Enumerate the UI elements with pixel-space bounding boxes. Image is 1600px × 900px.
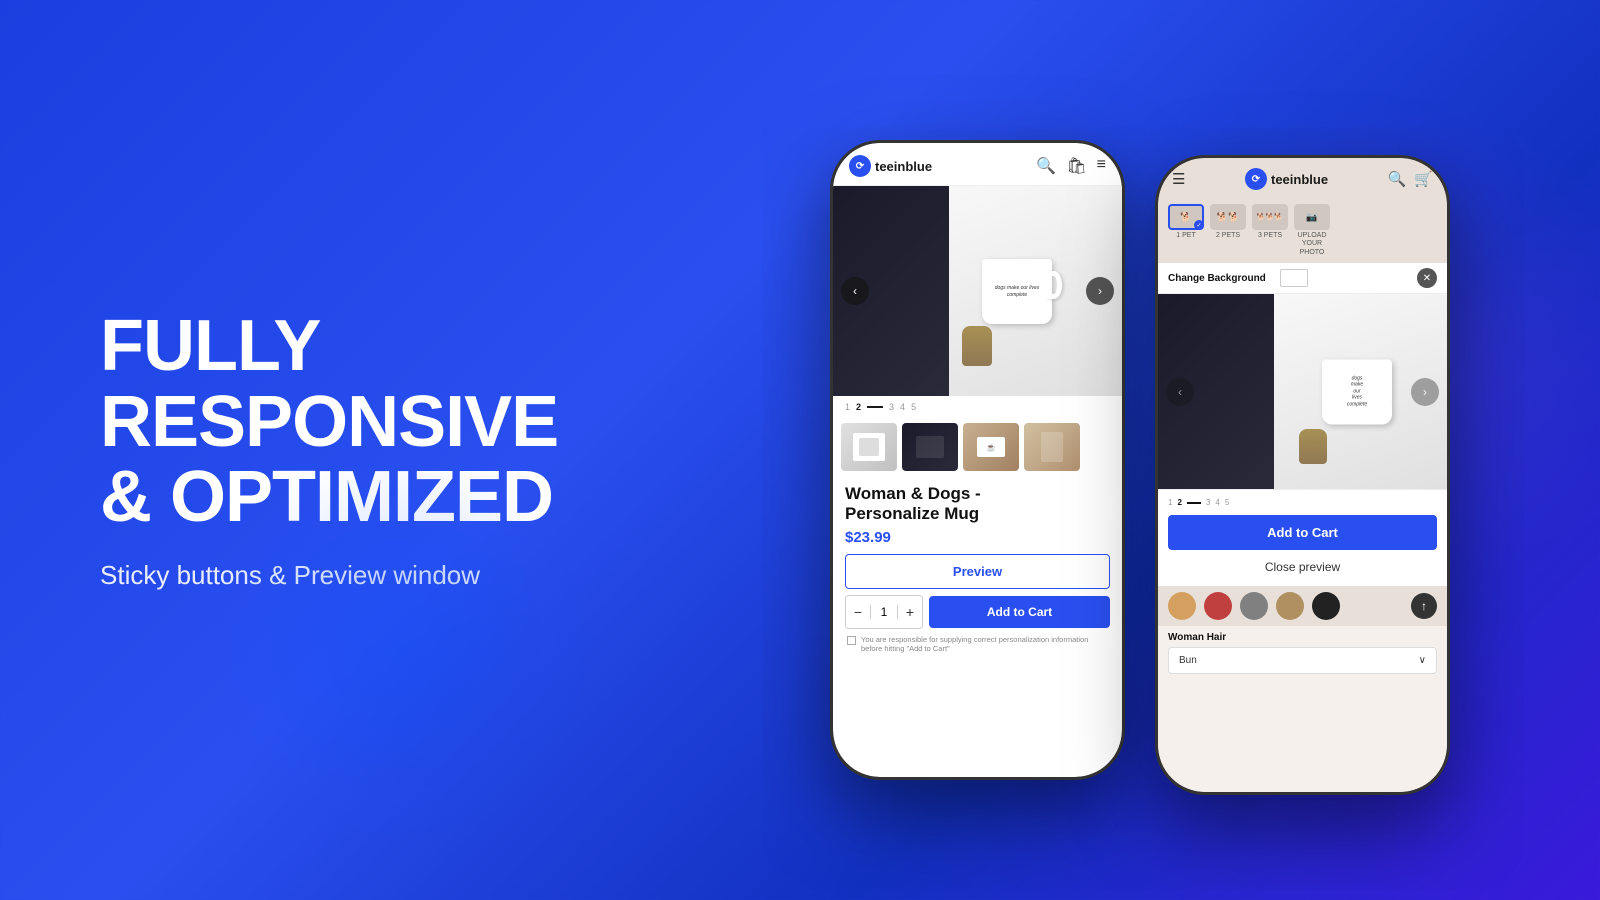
chevron-down-icon: ∨ (1419, 655, 1426, 666)
add-to-cart-button[interactable]: Add to Cart (929, 596, 1110, 628)
thumb-4[interactable] (1024, 423, 1080, 471)
pet-tab-1-icon: 🐕 ✓ (1168, 204, 1204, 230)
phone1-product-info: Woman & Dogs -Personalize Mug $23.99 Pre… (833, 476, 1122, 657)
phone1-pagination: 1 2 3 4 5 (833, 396, 1122, 418)
change-bg-label: Change Background (1168, 273, 1266, 284)
phone2-icons-right: 🔍 🛒 (1388, 170, 1433, 188)
pet-tab-1[interactable]: 🐕 ✓ 1 PET (1168, 204, 1204, 257)
preview-sticky-area: 1 2 3 4 5 Add to Cart Close preview (1158, 489, 1447, 586)
brand-icon-2: ⟳ (1245, 168, 1267, 190)
cart-icon-2[interactable]: 🛒 (1414, 170, 1433, 188)
preview-mug: dogsmakeourlivescomplete (1322, 359, 1392, 424)
phone1-thumbnails: ☕ (833, 418, 1122, 476)
phone-1-screen: ⟳ teeinblue 🔍 🛍 ≡ (833, 143, 1122, 777)
add-to-cart-button-2[interactable]: Add to Cart (1168, 515, 1437, 550)
phone1-main-image: dogs make our lives complete (833, 186, 1122, 396)
disclaimer-text: You are responsible for supplying correc… (861, 635, 1108, 653)
color-swatch-gray[interactable] (1240, 592, 1268, 620)
change-bg-bar: Change Background ✕ (1158, 263, 1447, 294)
qty-decrease[interactable]: − (846, 596, 870, 628)
pet-tab-upload[interactable]: 📷 UPLOADYOURPHOTO (1294, 204, 1330, 257)
phone1-header: ⟳ teeinblue 🔍 🛍 ≡ (833, 143, 1122, 186)
close-x-button[interactable]: ✕ (1417, 268, 1437, 288)
product-title: Woman & Dogs -Personalize Mug (845, 484, 1110, 525)
hamburger-icon[interactable]: ☰ (1172, 170, 1185, 188)
brand-icon: ⟳ (849, 155, 871, 177)
phone2-product-bg: dogsmakeourlivescomplete (1158, 294, 1447, 489)
cart-icon[interactable]: 🛍 (1066, 156, 1086, 176)
qty-increase[interactable]: + (898, 596, 922, 628)
phone1-next-arrow[interactable]: › (1086, 277, 1114, 305)
phone2-prev-arrow[interactable]: ‹ (1166, 378, 1194, 406)
menu-icon[interactable]: ≡ (1097, 156, 1106, 176)
hair-value: Bun (1179, 655, 1197, 666)
phone2-brand: ⟳ teeinblue (1245, 168, 1328, 190)
pet-tab-2[interactable]: 🐕🐕 2 PETS (1210, 204, 1246, 257)
mug-text: dogs make our lives complete (982, 281, 1052, 302)
disclaimer-row: You are responsible for supplying correc… (845, 635, 1110, 653)
pet-tab-upload-icon: 📷 (1294, 204, 1330, 230)
phone2-pagination: 1 2 3 4 5 (1168, 498, 1437, 507)
add-to-cart-row: − 1 + Add to Cart (845, 595, 1110, 629)
phone2-icons-left: ☰ (1172, 170, 1185, 188)
pet-tab-3-icon: 🐕🐕🐕 (1252, 204, 1288, 230)
disclaimer-checkbox[interactable] (847, 636, 856, 645)
pet-check: ✓ (1194, 220, 1204, 230)
quantity-control: − 1 + (845, 595, 923, 629)
color-swatch-black[interactable] (1312, 592, 1340, 620)
qty-value: 1 (870, 605, 898, 619)
phone2-product-image: dogsmakeourlivescomplete › ‹ (1158, 294, 1447, 489)
product-price: $23.99 (845, 529, 1110, 546)
left-content: FULLY RESPONSIVE & OPTIMIZED Sticky butt… (0, 229, 680, 671)
mug-illustration: dogs make our lives complete (972, 251, 1062, 331)
color-swatch-tan[interactable] (1168, 592, 1196, 620)
color-swatch-red[interactable] (1204, 592, 1232, 620)
main-heading: FULLY RESPONSIVE & OPTIMIZED (100, 309, 600, 536)
hair-section: Woman Hair Bun ∨ (1158, 626, 1447, 792)
phone1-brand: ⟳ teeinblue (849, 155, 932, 177)
color-swatch-brown[interactable] (1276, 592, 1304, 620)
bg-swatch[interactable] (1280, 269, 1308, 287)
phone1-header-icons: 🔍 🛍 ≡ (1036, 156, 1106, 176)
thumb-3[interactable]: ☕ (963, 423, 1019, 471)
pet-tab-3[interactable]: 🐕🐕🐕 3 PETS (1252, 204, 1288, 257)
phones-area: ⟳ teeinblue 🔍 🛍 ≡ (680, 105, 1600, 795)
phone-1: ⟳ teeinblue 🔍 🛍 ≡ (830, 140, 1125, 780)
phone2-next-arrow[interactable]: › (1411, 378, 1439, 406)
phone1-prev-arrow[interactable]: ‹ (841, 277, 869, 305)
thumb-1[interactable] (841, 423, 897, 471)
hair-dropdown[interactable]: Bun ∨ (1168, 647, 1437, 674)
phone2-header: ☰ ⟳ teeinblue 🔍 🛒 (1158, 158, 1447, 198)
search-icon[interactable]: 🔍 (1036, 156, 1056, 176)
sub-heading: Sticky buttons & Preview window (100, 560, 600, 591)
phone-2: ☰ ⟳ teeinblue 🔍 🛒 🐕 ✓ 1 P (1155, 155, 1450, 795)
close-preview-button[interactable]: Close preview (1168, 556, 1437, 578)
color-swatches: ↑ (1158, 586, 1447, 626)
hair-label: Woman Hair (1168, 632, 1437, 643)
pet-tabs: 🐕 ✓ 1 PET 🐕🐕 2 PETS 🐕🐕🐕 3 PETS 📷 UPLOADY… (1158, 198, 1447, 263)
phone-2-screen: ☰ ⟳ teeinblue 🔍 🛒 🐕 ✓ 1 P (1158, 158, 1447, 792)
thumb-2[interactable] (902, 423, 958, 471)
pet-tab-2-icon: 🐕🐕 (1210, 204, 1246, 230)
phone1-product-image-area: dogs make our lives complete › ‹ (833, 186, 1122, 396)
scroll-up-button[interactable]: ↑ (1411, 593, 1437, 619)
preview-button[interactable]: Preview (845, 554, 1110, 589)
search-icon-2[interactable]: 🔍 (1388, 170, 1407, 188)
